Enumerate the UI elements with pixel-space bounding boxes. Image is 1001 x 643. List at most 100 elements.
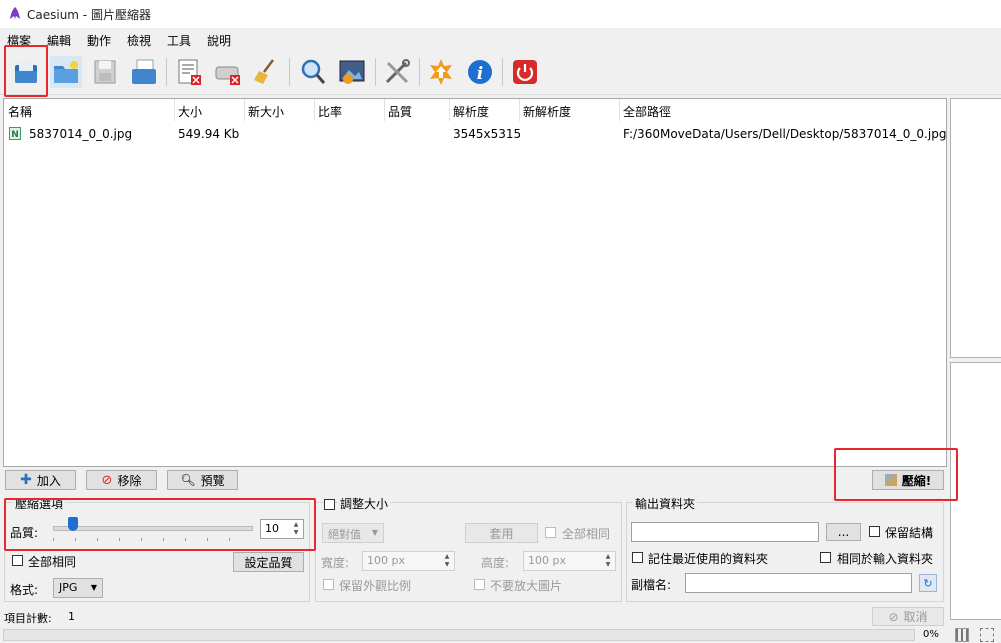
tools-button[interactable] [381,56,413,88]
apply-resize-button[interactable]: 套用 [465,523,538,543]
column-header-size[interactable]: 大小 [178,103,202,120]
output-folder-input[interactable] [631,522,819,542]
resize-same-label: 全部相同 [562,527,611,541]
file-path: F:/360MoveData/Users/Dell/Desktop/583701… [623,127,947,141]
resize-checkbox[interactable] [324,499,335,510]
power-icon [513,60,537,84]
plus-icon: ✚ [20,472,32,488]
clear-list-button[interactable] [212,56,244,88]
search-icon [301,59,326,84]
menu-tools[interactable]: 工具 [167,32,191,49]
open-list-icon [132,59,156,84]
update-button[interactable] [425,56,457,88]
preview-label: 預覽 [200,473,225,488]
info-button[interactable]: i [464,56,496,88]
toolbar: i [0,52,1001,95]
column-header-new-resolution[interactable]: 新解析度 [523,103,571,120]
column-header-name[interactable]: 名稱 [8,103,32,120]
menu-view[interactable]: 檢視 [127,32,151,49]
open-folder-icon [54,61,78,83]
dropdown-arrow-icon: ▼ [371,528,378,537]
cancel-button[interactable]: ⊘ 取消 [872,607,944,626]
tile-view-button[interactable] [955,628,969,642]
resize-mode-select[interactable]: 絕對值 ▼ [322,523,384,543]
set-quality-label: 設定品質 [244,555,293,570]
remove-button[interactable]: ⊘ 移除 [86,470,157,490]
menu-edit[interactable]: 編輯 [47,32,71,49]
refresh-icon: ↻ [923,576,933,590]
cancel-label: 取消 [903,610,928,624]
keep-aspect-checkbox[interactable] [323,579,334,590]
spin-arrows-icon[interactable]: ▲ ▼ [441,553,453,569]
caesium-logo-icon [10,7,20,19]
menu-action[interactable]: 動作 [87,32,111,49]
open-folder-button[interactable] [50,56,82,88]
file-name: 5837014_0_0.jpg [29,127,133,141]
svg-text:N: N [11,130,19,140]
fullscreen-button[interactable] [980,628,994,642]
image-preview-icon [339,60,365,84]
remember-folder-label: 記住最近使用的資料夾 [648,552,769,566]
compression-same-checkbox[interactable] [12,555,23,566]
progress-text: 0% [923,629,939,640]
open-list-button[interactable] [128,56,160,88]
refresh-button[interactable]: ↻ [919,574,937,592]
output-folder-title: 輸出資料夾 [633,495,698,512]
suffix-label: 副檔名: [631,578,672,592]
column-header-new-size[interactable]: 新大小 [248,103,284,120]
suffix-input[interactable] [685,573,912,593]
file-size: 549.94 Kb [178,127,240,141]
column-header-quality[interactable]: 品質 [388,103,412,120]
remove-item-button[interactable] [173,56,205,88]
svg-text:i: i [477,64,483,84]
format-select[interactable]: JPG ▼ [53,578,103,598]
keep-structure-checkbox[interactable] [869,526,880,537]
same-as-input-checkbox[interactable] [820,552,831,563]
search-button[interactable] [297,56,329,88]
no-enlarge-checkbox[interactable] [474,579,485,590]
original-preview-pane [950,98,1001,358]
info-icon: i [468,60,492,84]
resize-mode-value: 絕對值 [328,528,361,541]
column-header-resolution[interactable]: 解析度 [453,103,489,120]
browse-button[interactable]: ... [826,523,861,541]
file-list[interactable]: 名稱 大小 新大小 比率 品質 解析度 新解析度 全部路徑 N 5837014_… [3,98,947,467]
same-as-input-label: 相同於輸入資料夾 [837,552,934,566]
format-value: JPG [59,581,78,594]
image-preview-button[interactable] [336,56,368,88]
column-header-full-path[interactable]: 全部路徑 [623,103,671,120]
remember-folder-checkbox[interactable] [632,552,643,563]
save-list-icon [94,60,116,84]
width-label: 寬度: [321,556,350,570]
column-header-ratio[interactable]: 比率 [318,103,342,120]
add-label: 加入 [36,473,61,488]
height-label: 高度: [481,556,510,570]
item-count-label: 項目計數: [4,612,52,625]
broom-button[interactable] [250,56,282,88]
broom-icon [254,59,274,84]
highlight-quality [4,498,316,551]
height-input[interactable]: 100 px ▲ ▼ [523,551,616,571]
compression-same-label: 全部相同 [28,555,77,569]
clear-list-icon [215,66,240,85]
cancel-icon: ⊘ [888,609,899,624]
resize-title: 調整大小 [338,495,391,512]
menu-help[interactable]: 說明 [207,32,231,49]
browse-label: ... [837,525,850,539]
title-bar: Caesium - 圖片壓縮器 [0,0,1001,28]
image-file-icon: N [9,127,21,140]
width-input[interactable]: 100 px ▲ ▼ [362,551,455,571]
set-quality-button[interactable]: 設定品質 [233,552,304,572]
add-button[interactable]: ✚ 加入 [5,470,76,490]
width-value: 100 px [367,554,405,567]
resize-same-checkbox[interactable] [545,527,556,538]
power-button[interactable] [509,56,541,88]
progress-bar [3,629,915,641]
apply-resize-label: 套用 [489,526,514,541]
no-entry-icon: ⊘ [101,472,113,488]
save-list-button[interactable] [89,56,121,88]
highlight-compress [834,448,958,501]
highlight-open-file [4,45,48,97]
spin-arrows-icon[interactable]: ▲ ▼ [602,553,614,569]
preview-button[interactable]: 🔍︎ 預覽 [167,470,238,490]
